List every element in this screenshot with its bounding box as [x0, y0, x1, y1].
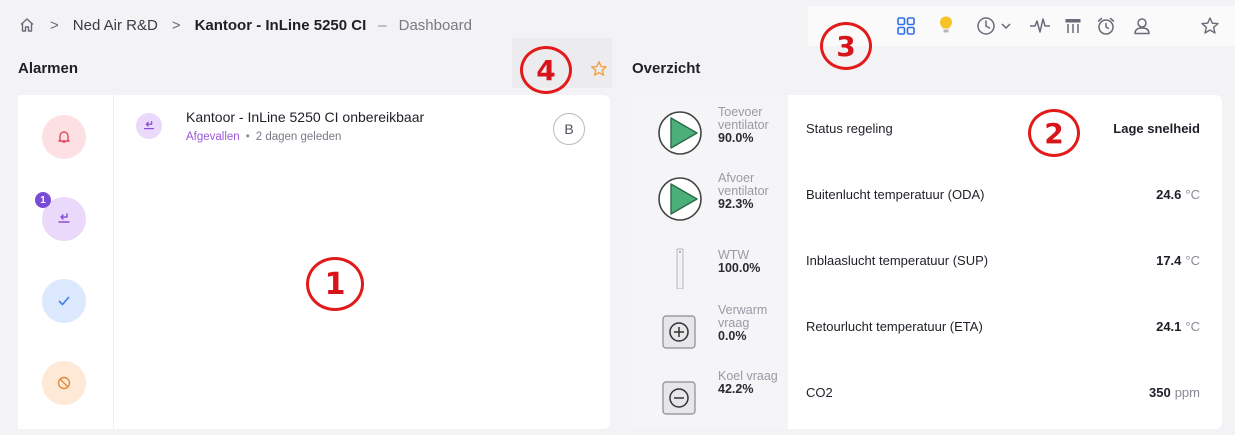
top-bar: > Ned Air R&D > Kantoor - InLine 5250 CI…: [0, 0, 1235, 56]
row-label: Buitenlucht temperatuur (ODA): [806, 187, 985, 202]
alarm-filter-rail: 1: [18, 95, 114, 429]
status-row-co2: CO2 350 ppm: [788, 359, 1222, 425]
alarm-title: Kantoor - InLine 5250 CI onbereikbaar: [186, 109, 425, 125]
component-heating-demand: Verwarm vraag 0.0%: [632, 293, 788, 359]
component-label: WTW: [718, 248, 750, 262]
return-arrow-icon: [58, 213, 70, 223]
table-icon[interactable]: [1061, 14, 1085, 38]
row-label: Inblaaslucht temperatuur (SUP): [806, 253, 989, 268]
component-exhaust-fan: Afvoer ventilator 92.3%: [632, 161, 788, 227]
row-value: 24.1 °C: [1156, 319, 1200, 334]
row-value: 24.6 °C: [1156, 187, 1200, 202]
alarm-bell-filter[interactable]: [42, 115, 86, 159]
breadcrumb-separator: >: [50, 16, 59, 34]
row-value: 17.4 °C: [1156, 253, 1200, 268]
minus-icon: [656, 373, 704, 421]
bell-icon: [58, 131, 70, 143]
annotation-marker-3: 3: [820, 22, 872, 70]
annotation-marker-4: 4: [520, 46, 572, 94]
component-cooling-demand: Koel vraag 42.2%: [632, 359, 788, 425]
lightbulb-icon[interactable]: [934, 14, 958, 38]
breadcrumb-dash: –: [378, 16, 387, 34]
star-icon[interactable]: [1198, 14, 1222, 38]
favorite-star-icon[interactable]: [590, 60, 608, 78]
row-value-number: Lage snelheid: [1113, 121, 1200, 136]
row-value-number: 350: [1149, 385, 1171, 400]
component-value: 100.0%: [718, 261, 761, 275]
row-unit: °C: [1185, 319, 1200, 334]
user-icon[interactable]: [1130, 14, 1154, 38]
annotation-marker-2: 2: [1028, 109, 1080, 157]
check-icon: [58, 296, 70, 306]
component-label: Toevoer ventilator: [718, 105, 769, 132]
overview-panel: Toevoer ventilator 90.0% Afvoer ventilato…: [632, 95, 1222, 429]
component-value: 0.0%: [718, 329, 747, 343]
status-rows: Status regeling Lage snelheid Buitenluch…: [788, 95, 1222, 429]
status-row-control: Status regeling Lage snelheid: [788, 95, 1222, 161]
row-value: Lage snelheid: [1113, 121, 1200, 136]
chevron-down-icon[interactable]: [994, 14, 1018, 38]
row-label: Retourlucht temperatuur (ETA): [806, 319, 983, 334]
home-icon[interactable]: [18, 16, 36, 34]
alarm-meta-separator: •: [245, 131, 250, 143]
fan-play-icon: [656, 175, 704, 223]
row-value-number: 24.1: [1156, 319, 1182, 334]
alarm-clock-icon[interactable]: [1094, 14, 1118, 38]
block-icon: [57, 376, 71, 390]
breadcrumb: > Ned Air R&D > Kantoor - InLine 5250 CI…: [18, 16, 472, 34]
breadcrumb-item-device[interactable]: Kantoor - InLine 5250 CI: [195, 17, 367, 34]
component-label: Verwarm vraag: [718, 303, 768, 330]
row-label: Status regeling: [806, 121, 893, 136]
breadcrumb-view: Dashboard: [398, 16, 472, 34]
status-row-oda: Buitenlucht temperatuur (ODA) 24.6 °C: [788, 161, 1222, 227]
row-value-number: 17.4: [1156, 253, 1182, 268]
alarm-list-item[interactable]: Kantoor - InLine 5250 CI onbereikbaar Af…: [136, 109, 606, 149]
return-arrow-icon: [136, 113, 162, 139]
overview-heading: Overzicht: [632, 60, 701, 77]
row-unit: °C: [1185, 187, 1200, 202]
alarms-heading: Alarmen: [18, 60, 79, 77]
dashboard-grid-icon[interactable]: [894, 14, 918, 38]
alarm-time: 2 dagen geleden: [255, 131, 342, 143]
row-value-number: 24.6: [1156, 187, 1182, 202]
pulse-icon[interactable]: [1028, 14, 1052, 38]
alarms-panel: 1 Kantoor - InLine 5250 CI onbereikbaar …: [18, 95, 610, 429]
component-value: 90.0%: [718, 131, 754, 145]
toolbar: [808, 6, 1235, 46]
alarm-meta: Afgevallen • 2 dagen geleden: [186, 131, 341, 143]
plus-icon: [656, 307, 704, 355]
component-label: Afvoer ventilator: [718, 171, 769, 198]
row-value: 350 ppm: [1149, 385, 1200, 400]
alarm-status: Afgevallen: [186, 131, 240, 143]
component-value: 92.3%: [718, 197, 754, 211]
acknowledged-filter[interactable]: [42, 279, 86, 323]
component-heat-exchanger: WTW 100.0%: [632, 227, 788, 293]
breadcrumb-item-organisation[interactable]: Ned Air R&D: [73, 17, 158, 34]
status-row-eta: Retourlucht temperatuur (ETA) 24.1 °C: [788, 293, 1222, 359]
component-value: 42.2%: [718, 382, 754, 396]
annotation-marker-1: 1: [306, 257, 364, 311]
blocked-filter[interactable]: [42, 361, 86, 405]
status-row-sup: Inblaaslucht temperatuur (SUP) 17.4 °C: [788, 227, 1222, 293]
row-unit: ppm: [1174, 385, 1200, 400]
row-label: CO2: [806, 385, 833, 400]
dropped-count-badge: 1: [35, 192, 51, 208]
component-supply-fan: Toevoer ventilator 90.0%: [632, 95, 788, 161]
component-label: Koel vraag: [718, 369, 778, 383]
row-unit: °C: [1185, 253, 1200, 268]
component-column: Toevoer ventilator 90.0% Afvoer ventilato…: [632, 95, 788, 429]
alarm-acknowledge-button[interactable]: B: [553, 113, 585, 145]
fan-play-icon: [656, 109, 704, 157]
heat-exchanger-icon: [656, 241, 704, 290]
breadcrumb-separator: >: [171, 16, 181, 34]
